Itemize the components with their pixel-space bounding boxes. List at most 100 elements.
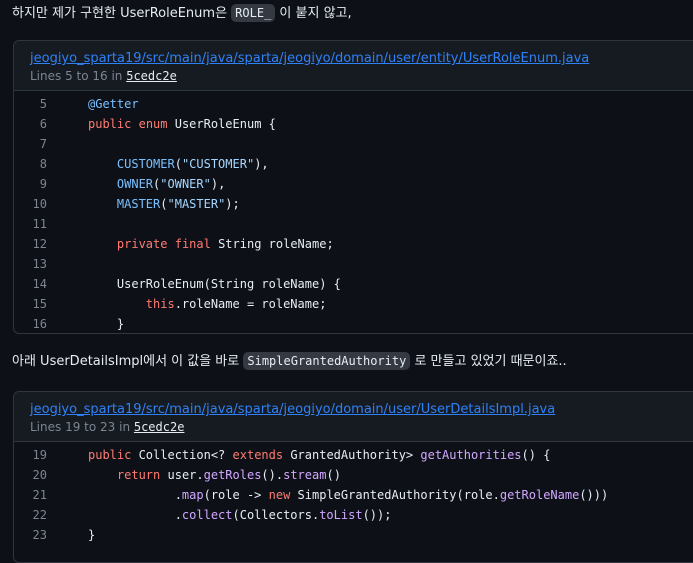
line-number[interactable]: 19 xyxy=(14,445,47,465)
line-number[interactable]: 5 xyxy=(14,94,47,114)
code-text: public enum UserRoleEnum { xyxy=(47,114,276,134)
code-token: ); xyxy=(225,197,240,211)
code-line: 22 .collect(Collectors.toList()); xyxy=(14,505,693,525)
code-token: getRoles xyxy=(203,468,262,482)
line-number[interactable]: 9 xyxy=(14,174,47,194)
code-token: user. xyxy=(160,468,204,482)
code-line: 8 CUSTOMER("CUSTOMER"), xyxy=(14,154,693,174)
code-line: 19 public Collection<? extends GrantedAut… xyxy=(14,445,693,465)
code-token: @Getter xyxy=(88,97,139,111)
code-token: UserRoleEnum { xyxy=(167,117,276,131)
code-body: 5 @Getter 6 public enum UserRoleEnum {7 8 CU… xyxy=(14,91,693,333)
line-number[interactable]: 10 xyxy=(14,194,47,214)
code-token: return xyxy=(116,468,161,482)
code-line: 20 return user.getRoles().stream() xyxy=(14,465,693,485)
code-token: SimpleGrantedAuthority(role. xyxy=(290,488,500,502)
code-text: @Getter xyxy=(47,94,139,114)
line-number[interactable]: 23 xyxy=(14,525,47,545)
code-token: getAuthorities xyxy=(420,448,522,462)
code-token: ), xyxy=(254,157,269,171)
code-token: GrantedAuthority> xyxy=(283,448,421,462)
line-number[interactable]: 8 xyxy=(14,154,47,174)
code-token: () { xyxy=(521,448,551,462)
paragraph-intro: 하지만 제가 구현한 UserRoleEnum은 ROLE_ 이 붙지 않고, xyxy=(12,3,352,24)
code-token: (). xyxy=(261,468,284,482)
code-text: .collect(Collectors.toList()); xyxy=(47,505,392,525)
line-number[interactable]: 11 xyxy=(14,214,47,234)
line-number[interactable]: 20 xyxy=(14,465,47,485)
code-permalink-block: jeogiyo_sparta19/src/main/java/sparta/je… xyxy=(13,391,693,563)
code-token: . xyxy=(88,508,182,522)
line-number[interactable]: 22 xyxy=(14,505,47,525)
line-number[interactable]: 15 xyxy=(14,294,47,314)
code-token: extends xyxy=(232,448,284,462)
code-line: 9 OWNER("OWNER"), xyxy=(14,174,693,194)
code-token: } xyxy=(88,317,125,331)
code-token: this xyxy=(145,297,175,311)
code-token: toList xyxy=(319,508,363,522)
code-line: 21 .map(role -> new SimpleGrantedAuthori… xyxy=(14,485,693,505)
code-token: ), xyxy=(210,177,226,191)
code-token: ( xyxy=(174,157,182,171)
line-number[interactable]: 14 xyxy=(14,274,47,294)
line-number[interactable]: 16 xyxy=(14,314,47,333)
file-path-link[interactable]: jeogiyo_sparta19/src/main/java/sparta/je… xyxy=(30,401,693,419)
paragraph-text: 로 만들고 있었기 때문이죠.. xyxy=(410,354,567,369)
code-token: } xyxy=(88,528,96,542)
line-number[interactable]: 7 xyxy=(14,134,47,154)
code-text: .map(role -> new SimpleGrantedAuthority(… xyxy=(47,485,609,505)
file-path-link[interactable]: jeogiyo_sparta19/src/main/java/sparta/je… xyxy=(30,50,693,68)
code-token: stream xyxy=(283,468,327,482)
commit-sha-link[interactable]: 5cedc2e xyxy=(126,69,177,83)
code-token: getRoleName xyxy=(499,488,580,502)
code-token: map xyxy=(181,488,204,502)
line-range-label: Lines 5 to 16 in xyxy=(30,69,127,83)
code-block-header: jeogiyo_sparta19/src/main/java/sparta/je… xyxy=(14,392,693,442)
code-text: this.roleName = roleName; xyxy=(47,294,327,314)
code-text: return user.getRoles().stream() xyxy=(47,465,341,485)
code-line: 16 } xyxy=(14,314,693,333)
line-number[interactable]: 21 xyxy=(14,485,47,505)
code-text: CUSTOMER("CUSTOMER"), xyxy=(47,154,269,174)
line-number[interactable]: 12 xyxy=(14,234,47,254)
code-token: String roleName; xyxy=(210,237,334,251)
code-token: ( xyxy=(160,197,168,211)
code-text: MASTER("MASTER"); xyxy=(47,194,240,214)
code-line: 10 MASTER("MASTER"); xyxy=(14,194,693,214)
inline-code: SimpleGrantedAuthority xyxy=(243,352,411,370)
commit-sha-link[interactable]: 5cedc2e xyxy=(134,420,185,434)
code-text: } xyxy=(47,525,95,545)
code-body: 19 public Collection<? extends GrantedAut… xyxy=(14,442,693,545)
paragraph-text: 이 붙지 않고, xyxy=(275,6,352,21)
code-token: enum xyxy=(138,117,168,131)
inline-code: ROLE_ xyxy=(231,4,276,22)
code-block-header: jeogiyo_sparta19/src/main/java/sparta/je… xyxy=(14,41,693,91)
code-token: (role -> xyxy=(203,488,269,502)
code-token: .roleName = roleName; xyxy=(174,297,327,311)
line-range: Lines 19 to 23 in 5cedc2e xyxy=(30,419,693,435)
code-text: private final String roleName; xyxy=(47,234,334,254)
paragraph-explanation: 아래 UserDetailsImpl에서 이 값을 바로 SimpleGrant… xyxy=(12,351,567,372)
code-token: CUSTOMER xyxy=(116,157,175,171)
code-token: (Collectors. xyxy=(232,508,320,522)
code-token: ()); xyxy=(362,508,392,522)
paragraph-text: 하지만 제가 구현한 UserRoleEnum은 xyxy=(12,6,232,21)
code-token: () xyxy=(326,468,341,482)
code-token: collect xyxy=(181,508,233,522)
paragraph-text: 아래 UserDetailsImpl에서 이 값을 바로 xyxy=(12,354,244,369)
code-line: 15 this.roleName = roleName; xyxy=(14,294,693,314)
code-token: . xyxy=(88,488,182,502)
code-token: new xyxy=(268,488,291,502)
line-number[interactable]: 13 xyxy=(14,254,47,274)
code-line: 13 xyxy=(14,254,693,274)
code-line: 7 xyxy=(14,134,693,154)
line-number[interactable]: 6 xyxy=(14,114,47,134)
